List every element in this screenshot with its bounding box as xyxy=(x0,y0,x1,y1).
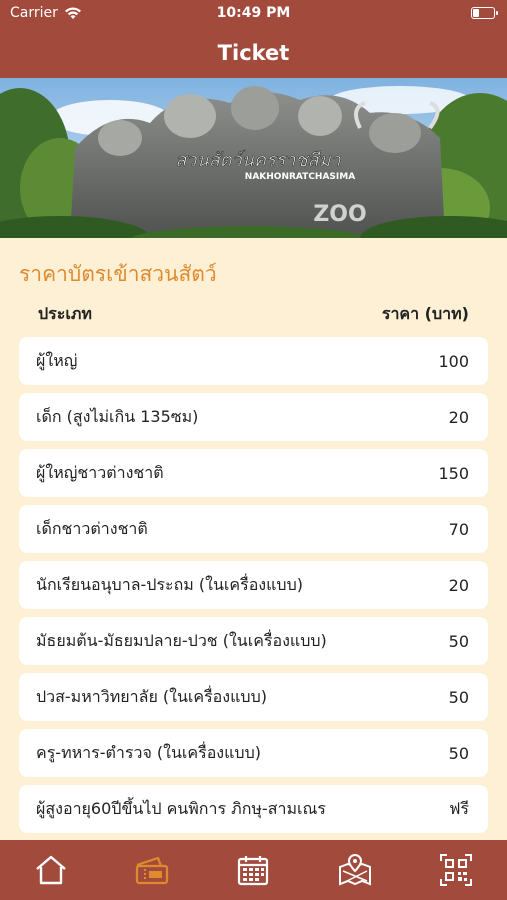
ticket-price: 20 xyxy=(448,575,469,595)
home-icon xyxy=(35,855,66,885)
price-list: ผู้ใหญ่ 100 เด็ก (สูงไม่เกิน 135ซม) 20 ผ… xyxy=(19,337,488,841)
tab-map[interactable] xyxy=(325,846,385,894)
page-title: Ticket xyxy=(217,41,290,65)
sign-english-text: NAKHONRATCHASIMA xyxy=(245,172,355,182)
price-row: ครู-ทหาร-ตำรวจ (ในเครื่องแบบ) 50 xyxy=(19,729,488,777)
ticket-price: 70 xyxy=(448,519,469,539)
map-icon xyxy=(338,853,371,886)
ticket-type: เด็ก (สูงไม่เกิน 135ซม) xyxy=(36,406,199,426)
ticket-price: ฟรี xyxy=(449,798,469,818)
ticket-type: ผู้ใหญ่ xyxy=(36,350,78,370)
tab-home[interactable] xyxy=(21,846,81,894)
status-bar: Carrier 10:49 PM xyxy=(0,0,507,28)
ticket-type: ผู้ใหญ่ชาวต่างชาติ xyxy=(36,462,164,482)
ticket-type: ครู-ทหาร-ตำรวจ (ในเครื่องแบบ) xyxy=(36,742,261,762)
price-row: ผู้ใหญ่ 100 xyxy=(19,337,488,385)
column-header-type: ประเภท xyxy=(38,304,92,323)
tab-calendar[interactable] xyxy=(223,846,283,894)
tab-ticket[interactable] xyxy=(122,846,182,894)
price-row: ผู้สูงอายุ60ปีขึ้นไป คนพิการ ภิกษุ-สามเณ… xyxy=(19,785,488,833)
price-row: มัธยมต้น-มัธยมปลาย-ปวช (ในเครื่องแบบ) 50 xyxy=(19,617,488,665)
ticket-price: 20 xyxy=(448,407,469,427)
battery-icon xyxy=(471,7,498,19)
ticket-price: 150 xyxy=(438,463,469,483)
ticket-price: 50 xyxy=(448,687,469,707)
price-row: เด็กชาวต่างชาติ 70 xyxy=(19,505,488,553)
column-header-price: ราคา (บาท) xyxy=(381,304,469,323)
price-row: ผู้ใหญ่ชาวต่างชาติ 150 xyxy=(19,449,488,497)
ticket-price: 50 xyxy=(448,631,469,651)
tab-qr[interactable] xyxy=(426,846,486,894)
sign-zoo-text: ZOO xyxy=(313,202,366,227)
section-title: ราคาบัตรเข้าสวนสัตว์ xyxy=(19,262,217,286)
ticket-icon xyxy=(135,856,169,885)
ticket-type: เด็กชาวต่างชาติ xyxy=(36,518,148,538)
sign-thai-text: สวนสัตว์นครราชสีมา xyxy=(175,150,341,171)
price-row: ปวส-มหาวิทยาลัย (ในเครื่องแบบ) 50 xyxy=(19,673,488,721)
price-row: นักเรียนอนุบาล-ประถม (ในเครื่องแบบ) 20 xyxy=(19,561,488,609)
price-row: เด็ก (สูงไม่เกิน 135ซม) 20 xyxy=(19,393,488,441)
clock: 10:49 PM xyxy=(216,5,291,21)
ticket-type: มัธยมต้น-มัธยมปลาย-ปวช (ในเครื่องแบบ) xyxy=(36,630,327,650)
calendar-icon xyxy=(238,856,269,886)
ticket-type: ผู้สูงอายุ60ปีขึ้นไป คนพิการ ภิกษุ-สามเณ… xyxy=(36,798,326,818)
ticket-price: 50 xyxy=(448,743,469,763)
banner-illustration: สวนสัตว์นครราชสีมา NAKHONRATCHASIMA ZOO xyxy=(0,78,507,238)
ticket-type: นักเรียนอนุบาล-ประถม (ในเครื่องแบบ) xyxy=(36,574,303,594)
qr-code-icon xyxy=(440,854,473,886)
ticket-type: ปวส-มหาวิทยาลัย (ในเครื่องแบบ) xyxy=(36,686,267,706)
navigation-bar: Ticket xyxy=(0,28,507,78)
zoo-banner-image: สวนสัตว์นครราชสีมา NAKHONRATCHASIMA ZOO xyxy=(0,78,507,238)
ticket-price: 100 xyxy=(438,351,469,371)
tab-bar xyxy=(0,840,507,900)
